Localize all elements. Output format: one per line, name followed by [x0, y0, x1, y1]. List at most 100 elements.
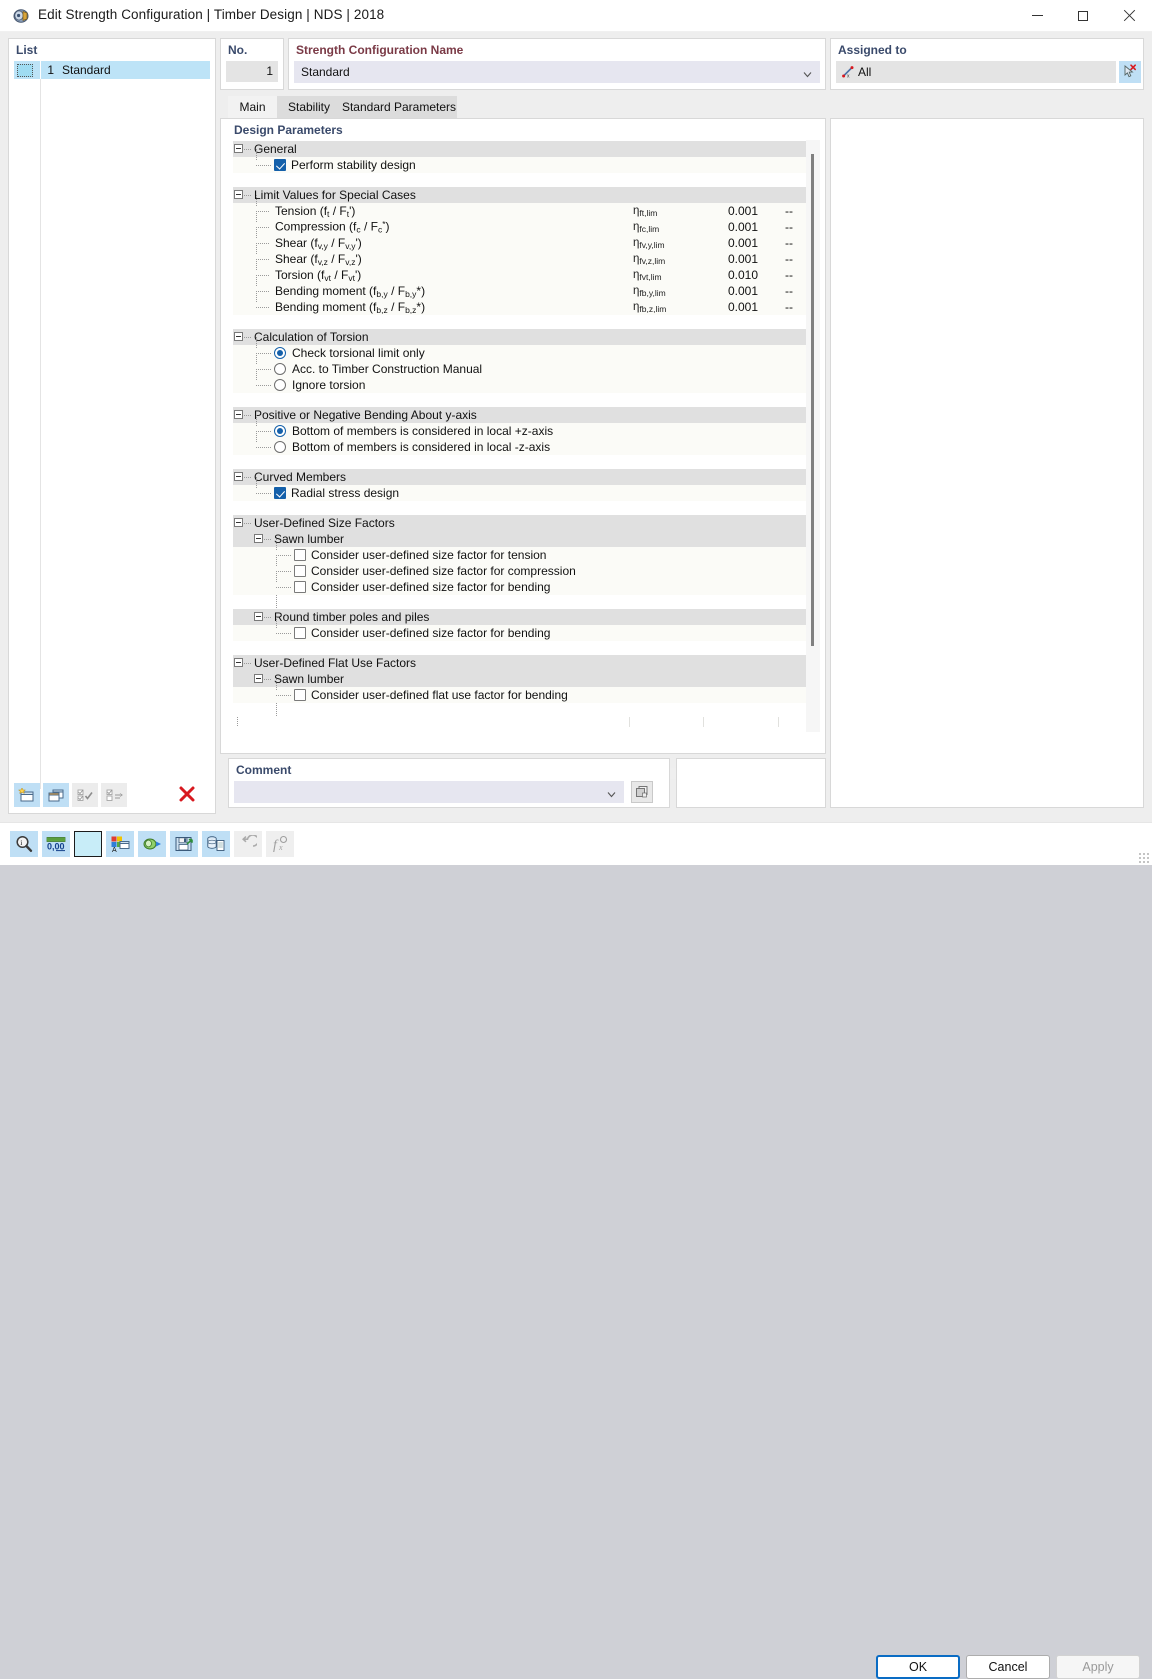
tree-connector — [244, 415, 252, 416]
database-export-button[interactable] — [202, 831, 230, 857]
collapse-icon[interactable] — [234, 410, 243, 419]
ok-button[interactable]: OK — [876, 1655, 960, 1679]
row-bottom-minus-z[interactable]: Bottom of members is considered in local… — [233, 431, 819, 455]
row-size-factor-tension[interactable]: Consider user-defined size factor for te… — [233, 539, 819, 563]
value-torsion[interactable]: 0.010 — [643, 268, 758, 282]
collapse-icon[interactable] — [234, 144, 243, 153]
checkbox-size-factor-tension[interactable] — [294, 549, 306, 561]
row-round-timber-size-factor-bending[interactable]: Consider user-defined size factor for be… — [233, 617, 819, 641]
value-tension[interactable]: 0.001 — [643, 204, 758, 218]
row-bottom-plus-z[interactable]: Bottom of members is considered in local… — [233, 415, 819, 439]
radio-bottom-plus-z[interactable] — [274, 425, 286, 437]
grid-vertical-scrollbar-thumb[interactable] — [811, 154, 814, 646]
comment-library-button[interactable] — [631, 781, 653, 803]
label-tension: Tension (ft / Ft') — [275, 203, 356, 219]
group-user-defined-flat-use-factors[interactable]: User-Defined Flat Use Factors — [233, 655, 819, 671]
row-torsion[interactable]: Torsion (fvt / Fvt') ηfvt,lim 0.010 -- — [233, 259, 819, 283]
new-item-button[interactable] — [14, 783, 40, 807]
row-ignore-torsion[interactable]: Ignore torsion — [233, 369, 819, 393]
row-shear-y[interactable]: Shear (fv,y / Fv,y') ηfv,y,lim 0.001 -- — [233, 227, 819, 251]
row-size-factor-compression[interactable]: Consider user-defined size factor for co… — [233, 555, 819, 579]
tab-standard-parameters[interactable]: Standard Parameters — [341, 96, 457, 118]
collapse-icon[interactable] — [234, 518, 243, 527]
chevron-down-icon[interactable] — [607, 788, 616, 798]
row-flat-use-factor-bending[interactable]: Consider user-defined flat use factor fo… — [233, 679, 819, 703]
color-button[interactable] — [74, 831, 102, 857]
value-shear-y[interactable]: 0.001 — [643, 236, 758, 250]
comment-side-panel — [676, 758, 826, 808]
label-bottom-minus-z: Bottom of members is considered in local… — [292, 440, 551, 454]
row-tension[interactable]: Tension (ft / Ft') ηft,lim 0.001 -- — [233, 195, 819, 219]
tab-main[interactable]: Main — [228, 96, 277, 118]
bottom-toolbar: i 0,00 A f x — [10, 830, 298, 858]
delete-item-button[interactable] — [174, 782, 200, 806]
svg-text:0,00: 0,00 — [47, 842, 65, 852]
radio-bottom-minus-z[interactable] — [274, 441, 286, 453]
group-user-defined-size-factors[interactable]: User-Defined Size Factors — [233, 515, 819, 531]
design-parameters-grid[interactable]: General Perform stability design Limit V… — [233, 141, 819, 729]
save-button[interactable] — [170, 831, 198, 857]
maximize-button[interactable] — [1060, 0, 1106, 31]
collapse-icon[interactable] — [234, 332, 243, 341]
number-input[interactable]: 1 — [226, 61, 278, 82]
list-table[interactable]: 1 Standard — [14, 61, 210, 789]
group-general[interactable]: General — [233, 141, 819, 157]
display-properties-button[interactable]: A — [106, 831, 134, 857]
row-bending-moment-y[interactable]: Bending moment (fb,y / Fb,y*) ηfb,y,lim … — [233, 275, 819, 299]
collapse-icon[interactable] — [234, 658, 243, 667]
minimize-button[interactable] — [1014, 0, 1060, 31]
import-button[interactable] — [138, 831, 166, 857]
copy-item-button[interactable] — [43, 783, 69, 807]
collapse-icon[interactable] — [254, 612, 263, 621]
detail-settings-button[interactable]: i — [10, 831, 38, 857]
cancel-button[interactable]: Cancel — [966, 1655, 1050, 1679]
config-name-combobox[interactable]: Standard — [294, 61, 820, 83]
collapse-icon[interactable] — [254, 534, 263, 543]
tab-stability[interactable]: Stability — [277, 96, 341, 118]
collapse-icon[interactable] — [234, 472, 243, 481]
grid-vertical-scrollbar[interactable] — [806, 140, 820, 732]
tree-branch — [276, 595, 277, 609]
radio-ignore-torsion[interactable] — [274, 379, 286, 391]
group-curved-members[interactable]: Curved Members — [233, 469, 819, 485]
checkbox-size-factor-compression[interactable] — [294, 565, 306, 577]
subgroup-round-timber-poles-and-piles[interactable]: Round timber poles and piles — [233, 609, 819, 625]
value-bending-moment-z[interactable]: 0.001 — [643, 300, 758, 314]
comment-combobox[interactable] — [234, 781, 624, 803]
close-button[interactable] — [1106, 0, 1152, 31]
checkbox-radial-stress-design[interactable] — [274, 487, 286, 499]
assigned-to-pick-button[interactable] — [1119, 61, 1141, 83]
group-calculation-of-torsion[interactable]: Calculation of Torsion — [233, 329, 819, 345]
group-positive-negative-bending[interactable]: Positive or Negative Bending About y-axi… — [233, 407, 819, 423]
number-format-icon: 0,00 — [46, 837, 66, 852]
value-shear-z[interactable]: 0.001 — [643, 252, 758, 266]
group-limit-values[interactable]: Limit Values for Special Cases — [233, 187, 819, 203]
checkbox-flat-use-factor-bending[interactable] — [294, 689, 306, 701]
subgroup-sawn-lumber-size[interactable]: Sawn lumber — [233, 531, 819, 547]
checkbox-perform-stability-design[interactable] — [274, 159, 286, 171]
chevron-down-icon[interactable] — [803, 68, 812, 78]
list-item-color-swatch[interactable] — [17, 63, 33, 77]
apply-button: Apply — [1056, 1655, 1140, 1679]
row-perform-stability-design[interactable]: Perform stability design — [233, 149, 819, 173]
assigned-to-field[interactable]: x All — [836, 61, 1116, 83]
units-decimal-places-button[interactable]: 0,00 — [42, 831, 70, 857]
subgroup-sawn-lumber-flat[interactable]: Sawn lumber — [233, 671, 819, 687]
collapse-icon[interactable] — [234, 190, 243, 199]
list-item[interactable]: 1 Standard — [14, 61, 210, 79]
row-acc-to-timber-construction-manual[interactable]: Acc. to Timber Construction Manual — [233, 353, 819, 377]
row-shear-z[interactable]: Shear (fv,z / Fv,z') ηfv,z,lim 0.001 -- — [233, 243, 819, 267]
checkbox-size-factor-bending[interactable] — [294, 581, 306, 593]
checkbox-round-timber-size-factor-bending[interactable] — [294, 627, 306, 639]
row-radial-stress-design[interactable]: Radial stress design — [233, 477, 819, 501]
row-compression[interactable]: Compression (fc / Fc*) ηfc,lim 0.001 -- — [233, 211, 819, 235]
value-bending-moment-y[interactable]: 0.001 — [643, 284, 758, 298]
resize-grip[interactable] — [1138, 852, 1149, 863]
radio-check-torsional-limit-only[interactable] — [274, 347, 286, 359]
row-size-factor-bending[interactable]: Consider user-defined size factor for be… — [233, 571, 819, 595]
value-compression[interactable]: 0.001 — [643, 220, 758, 234]
row-check-torsional-limit-only[interactable]: Check torsional limit only — [233, 337, 819, 361]
collapse-icon[interactable] — [254, 674, 263, 683]
radio-acc-to-timber-construction-manual[interactable] — [274, 363, 286, 375]
row-bending-moment-z[interactable]: Bending moment (fb,z / Fb,z*) ηfb,z,lim … — [233, 291, 819, 315]
